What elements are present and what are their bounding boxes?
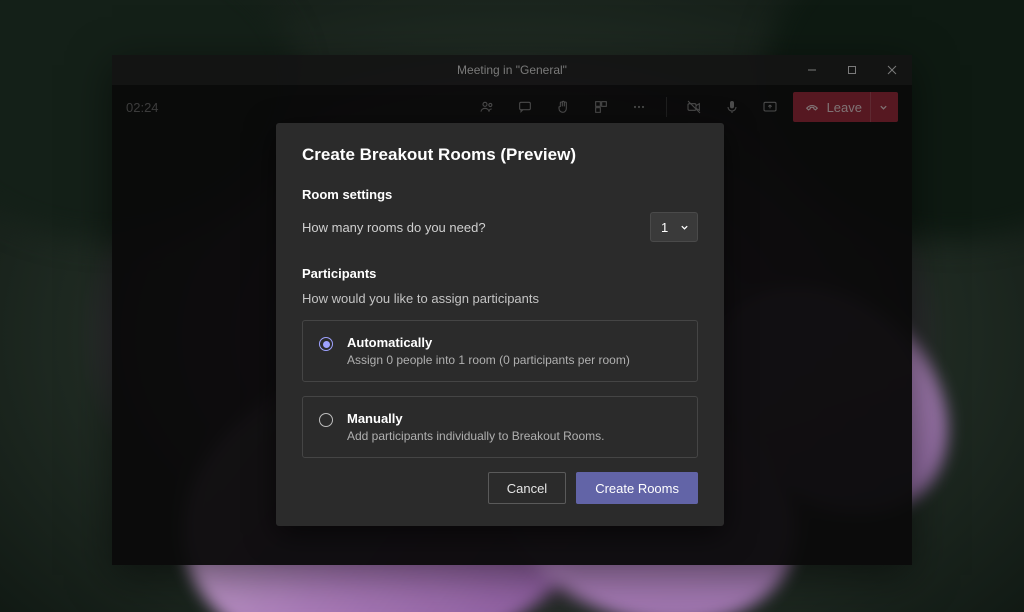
cancel-label: Cancel — [507, 481, 547, 496]
radio-selected-icon — [319, 337, 333, 351]
dialog-title: Create Breakout Rooms (Preview) — [302, 145, 698, 165]
option-title: Manually — [347, 411, 604, 426]
participants-question: How would you like to assign participant… — [302, 291, 698, 306]
close-button[interactable] — [872, 55, 912, 85]
window-controls — [792, 55, 912, 85]
dialog-actions: Cancel Create Rooms — [302, 472, 698, 504]
participants-heading: Participants — [302, 266, 698, 281]
room-count-row: How many rooms do you need? 1 — [302, 212, 698, 242]
assign-manually-option[interactable]: Manually Add participants individually t… — [302, 396, 698, 458]
option-title: Automatically — [347, 335, 630, 350]
room-count-value: 1 — [661, 220, 668, 235]
chevron-down-icon — [680, 223, 689, 232]
window-title: Meeting in "General" — [457, 63, 567, 77]
maximize-button[interactable] — [832, 55, 872, 85]
titlebar: Meeting in "General" — [112, 55, 912, 85]
option-description: Add participants individually to Breakou… — [347, 429, 604, 443]
option-description: Assign 0 people into 1 room (0 participa… — [347, 353, 630, 367]
minimize-button[interactable] — [792, 55, 832, 85]
cancel-button[interactable]: Cancel — [488, 472, 566, 504]
meeting-window: Meeting in "General" 02:24 Leave Create … — [112, 55, 912, 565]
radio-unselected-icon — [319, 413, 333, 427]
create-breakout-rooms-dialog: Create Breakout Rooms (Preview) Room set… — [276, 123, 724, 526]
assign-automatically-option[interactable]: Automatically Assign 0 people into 1 roo… — [302, 320, 698, 382]
room-count-select[interactable]: 1 — [650, 212, 698, 242]
room-settings-heading: Room settings — [302, 187, 698, 202]
create-rooms-label: Create Rooms — [595, 481, 679, 496]
create-rooms-button[interactable]: Create Rooms — [576, 472, 698, 504]
room-count-question: How many rooms do you need? — [302, 220, 486, 235]
